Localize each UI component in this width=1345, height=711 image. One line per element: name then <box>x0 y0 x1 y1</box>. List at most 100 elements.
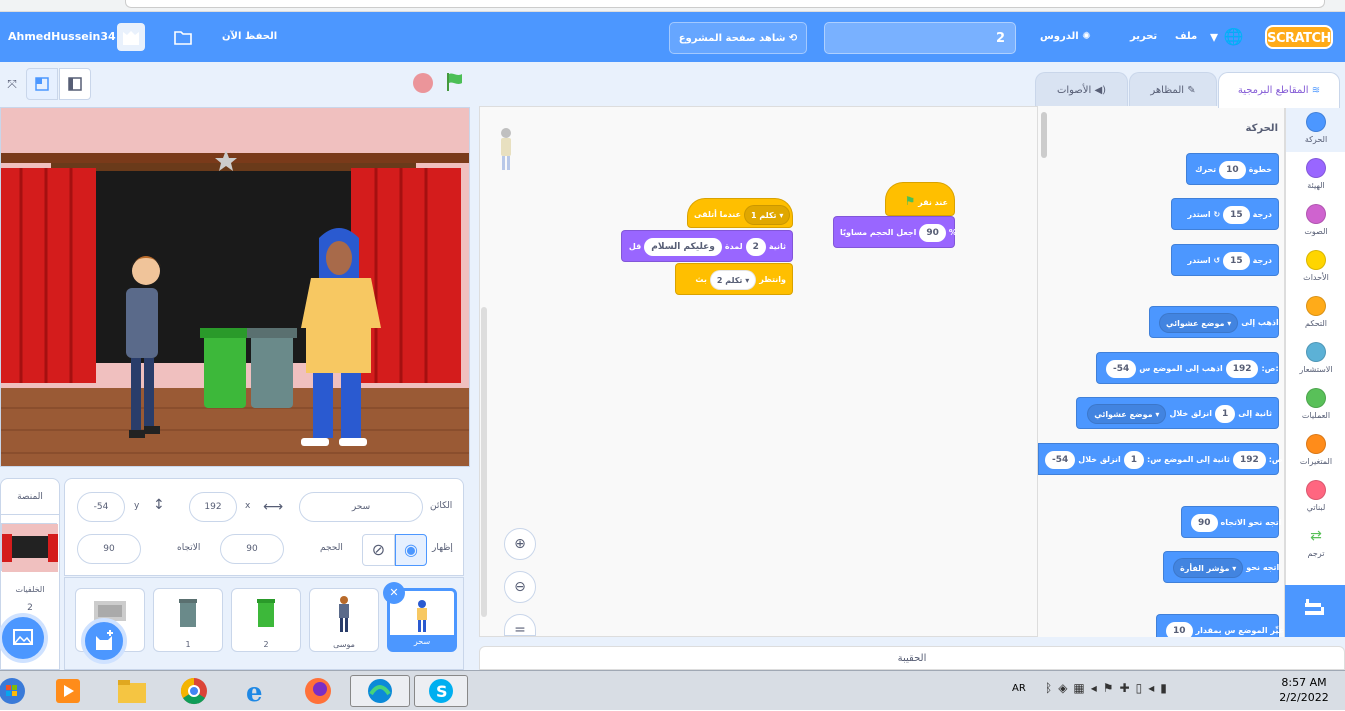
message-dropdown[interactable]: تكلم 1 ▾ <box>743 204 791 225</box>
skype-icon[interactable]: S <box>414 675 468 707</box>
user-name[interactable]: AhmedHussein34 <box>0 12 116 62</box>
system-tray-icons[interactable]: ᛒ◈▦◂⚑✚▯◂▮ <box>1045 681 1173 695</box>
add-sprite-button[interactable] <box>81 618 127 664</box>
rotate-right-icon: ↻ <box>1213 210 1221 219</box>
zoom-in-button[interactable]: ⊕ <box>504 528 536 560</box>
edge-icon[interactable] <box>350 675 410 707</box>
category-sensing[interactable]: الاستشعار <box>1286 336 1345 382</box>
change-x-input[interactable]: 10 <box>1166 621 1193 637</box>
broadcast-and-wait-block[interactable]: وانتظرتكلم 2 ▾بث <box>675 263 793 295</box>
edit-menu[interactable]: تحرير <box>1130 12 1157 62</box>
glide-xy-secs[interactable]: 1 <box>1123 450 1145 469</box>
category-events[interactable]: الأحداث <box>1286 244 1345 290</box>
change-x-block[interactable]: 10 غيِّر الموضع س بمقدار <box>1156 614 1284 637</box>
category-looks[interactable]: الهيئة <box>1286 152 1345 198</box>
goto-y-input[interactable]: -54 <box>1106 359 1137 378</box>
address-bar[interactable] <box>125 0 1325 8</box>
workspace-scrollbar[interactable] <box>481 307 487 617</box>
set-size-block[interactable]: اجعل الحجم مساويًا 90% <box>833 216 957 248</box>
tutorials-button[interactable]: الدروس ✺ <box>1040 12 1091 62</box>
y-input[interactable]: -54 <box>77 492 125 522</box>
glide-y-input[interactable]: -54 <box>1045 450 1076 469</box>
sprite-tile-musa[interactable]: موسى <box>309 588 379 652</box>
firefox-icon[interactable] <box>294 675 342 707</box>
delete-sprite-icon[interactable]: ✕ <box>383 582 405 604</box>
glide-random-block[interactable]: موضع عشوائي ▾ ثانية إلى1انزلق خلال <box>1076 397 1279 429</box>
language-indicator[interactable]: AR <box>1012 683 1026 694</box>
backpack[interactable]: الحقيبة <box>479 646 1345 670</box>
move-steps-block[interactable]: خطوة10تحرك <box>1186 153 1279 185</box>
category-operators[interactable]: العمليات <box>1286 382 1345 428</box>
point-direction-label: اتجه نحو الاتجاه <box>1220 518 1282 527</box>
file-menu[interactable]: ملف <box>1175 12 1197 62</box>
green-flag-icon[interactable] <box>443 70 467 94</box>
see-project-button[interactable]: شاهد صفحة المشروع ⟲ <box>669 22 807 54</box>
category-translate[interactable]: ⇄ ترجم <box>1286 520 1345 566</box>
my-stuff-icon[interactable] <box>172 12 194 62</box>
size-input[interactable]: 90 <box>919 223 946 242</box>
sprite-tile-2[interactable]: 2 <box>231 588 301 652</box>
glide-random-input[interactable]: 1 <box>1214 404 1236 423</box>
point-direction-block[interactable]: 90 اتجه نحو الاتجاه <box>1181 506 1282 538</box>
direction-input[interactable]: 90 <box>77 534 141 564</box>
say-text-input[interactable]: وعليكم السلام <box>644 237 722 256</box>
move-input[interactable]: 10 <box>1219 160 1246 179</box>
media-player-icon[interactable] <box>44 675 92 707</box>
goto-random-block[interactable]: موضع عشوائي ▾ اذهب إلى <box>1149 306 1279 338</box>
size-input[interactable]: 90 <box>220 534 284 564</box>
small-stage-button[interactable] <box>26 68 58 100</box>
category-variables[interactable]: المتغيرات <box>1286 428 1345 474</box>
tab-code[interactable]: المقاطع البرمجية ≋ <box>1218 72 1340 108</box>
add-extension-button[interactable] <box>1285 585 1345 637</box>
fullscreen-icon[interactable]: ⤧ <box>0 68 24 100</box>
category-motion[interactable]: الحركة <box>1286 106 1345 152</box>
glide-target-dropdown[interactable]: موضع عشوائي ▾ <box>1087 403 1167 424</box>
glide-x-input[interactable]: 192 <box>1232 450 1266 469</box>
say-for-block[interactable]: ثانية2لمدةوعليكم السلامقل <box>621 230 793 262</box>
when-flag-clicked-block[interactable]: ⚑ عند نقر <box>885 182 955 216</box>
category-my-blocks[interactable]: لبناتي <box>1286 474 1345 520</box>
stop-icon[interactable] <box>413 73 433 93</box>
start-button-icon[interactable] <box>0 675 40 707</box>
large-stage-button[interactable] <box>59 68 91 100</box>
add-backdrop-button[interactable] <box>0 613 48 663</box>
x-input[interactable]: 192 <box>189 492 237 522</box>
internet-explorer-icon[interactable]: e <box>232 675 280 708</box>
save-now-button[interactable]: الحفظ الآن <box>222 12 277 62</box>
code-workspace[interactable] <box>479 106 1038 637</box>
motion-dot <box>1306 112 1326 132</box>
sprite-name-input[interactable]: سحر <box>299 492 423 522</box>
zoom-out-button[interactable]: ⊖ <box>504 571 536 603</box>
when-i-receive-block[interactable]: عندما أتلقى تكلم 1 ▾ <box>687 198 793 228</box>
stage-canvas[interactable] <box>0 107 470 467</box>
towards-dropdown[interactable]: مؤشر الفأرة ▾ <box>1173 557 1244 578</box>
file-explorer-icon[interactable] <box>108 675 156 707</box>
glide-xy-block[interactable]: -54 ص:192ثانية إلى الموضع س:1انزلق خلال <box>1038 443 1283 475</box>
project-title-input[interactable]: 2 <box>824 22 1016 54</box>
show-visible-button[interactable]: ◉ <box>395 534 427 566</box>
tab-sounds[interactable]: الأصوات ◀) <box>1035 72 1128 107</box>
turn-right-input[interactable]: 15 <box>1223 205 1250 224</box>
turn-left-input[interactable]: 15 <box>1223 251 1250 270</box>
sprite-tile-1[interactable]: 1 <box>153 588 223 652</box>
hide-button[interactable]: ⊘ <box>362 534 395 566</box>
category-sound[interactable]: الصوت <box>1286 198 1345 244</box>
scratch-logo[interactable]: SCRATCH <box>1265 25 1333 49</box>
avatar[interactable] <box>117 23 145 51</box>
broadcast-dropdown[interactable]: تكلم 2 ▾ <box>709 269 757 290</box>
goto-x-input[interactable]: 192 <box>1225 359 1259 378</box>
point-towards-block[interactable]: مؤشر الفأرة ▾ اتجه نحو <box>1163 551 1279 583</box>
direction-input[interactable]: 90 <box>1191 513 1218 532</box>
goto-target-dropdown[interactable]: موضع عشوائي ▾ <box>1159 312 1239 333</box>
tab-costumes[interactable]: المظاهر ✎ <box>1129 72 1217 107</box>
category-control[interactable]: التحكم <box>1286 290 1345 336</box>
turn-right-block[interactable]: درجة15↻ استدر <box>1171 198 1279 230</box>
turn-left-block[interactable]: درجة15↺ استدر <box>1171 244 1279 276</box>
language-globe-icon[interactable]: ▾ 🌐 <box>1210 12 1244 62</box>
say-secs-input[interactable]: 2 <box>745 237 766 256</box>
palette-scrollbar[interactable] <box>1041 112 1047 158</box>
clock[interactable]: 8:57 AM 2/2/2022 <box>1268 675 1340 705</box>
goto-xy-block[interactable]: -54 ص:192اذهب إلى الموضع س: <box>1096 352 1279 384</box>
chrome-icon[interactable] <box>170 675 218 707</box>
block-palette[interactable]: الحركة خطوة10تحرك درجة15↻ استدر درجة15↺ … <box>1038 106 1285 637</box>
